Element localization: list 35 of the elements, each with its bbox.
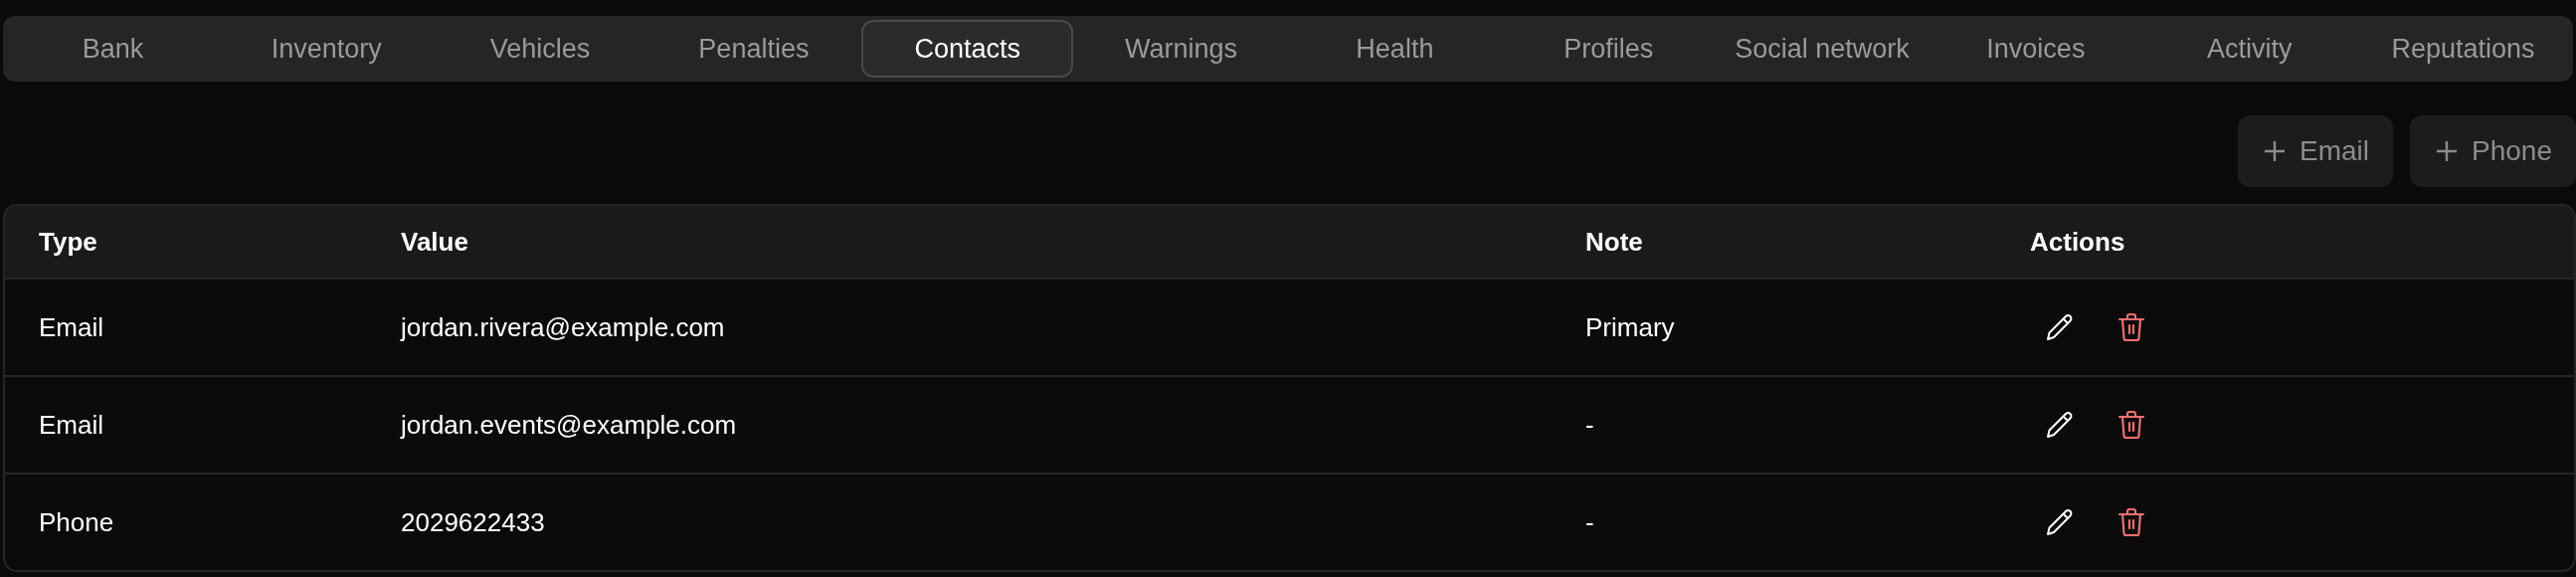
delete-button[interactable]: [2116, 409, 2147, 441]
trash-icon: [2116, 409, 2147, 441]
table-cell: -: [1585, 409, 1594, 440]
add-button[interactable]: Email: [2238, 115, 2394, 187]
table-cell: Primary: [1585, 311, 1675, 342]
tab[interactable]: Penalties: [647, 20, 860, 78]
table-cell: jordan.rivera@example.com: [401, 311, 725, 342]
column-header: Note: [1585, 226, 1643, 257]
tab[interactable]: Invoices: [1930, 20, 2142, 78]
table-cell: jordan.events@example.com: [401, 409, 737, 440]
tab[interactable]: Reputations: [2357, 20, 2569, 78]
table-cell: 2029622433: [401, 506, 545, 537]
add-button[interactable]: Phone: [2410, 115, 2576, 187]
tab[interactable]: Inventory: [220, 20, 433, 78]
tab[interactable]: Activity: [2143, 20, 2356, 78]
trash-icon: [2116, 311, 2147, 343]
table-cell: Email: [39, 409, 103, 440]
plus-icon: [2264, 140, 2286, 162]
table-cell: Phone: [39, 506, 114, 537]
tab[interactable]: Vehicles: [434, 20, 646, 78]
column-header: Type: [39, 226, 97, 257]
tab[interactable]: Social network: [1716, 20, 1929, 78]
delete-button[interactable]: [2116, 311, 2147, 343]
tab[interactable]: Warnings: [1075, 20, 1287, 78]
column-header: Actions: [2030, 226, 2125, 257]
trash-icon: [2116, 506, 2147, 538]
plus-icon: [2436, 140, 2459, 162]
tab[interactable]: Profiles: [1502, 20, 1715, 78]
delete-button[interactable]: [2116, 506, 2147, 538]
tab[interactable]: Bank: [7, 20, 219, 78]
table-cell: Email: [39, 311, 103, 342]
tab[interactable]: Health: [1288, 20, 1501, 78]
column-header: Value: [401, 226, 468, 257]
table-cell: -: [1585, 506, 1594, 537]
tab[interactable]: Contacts: [861, 20, 1074, 78]
